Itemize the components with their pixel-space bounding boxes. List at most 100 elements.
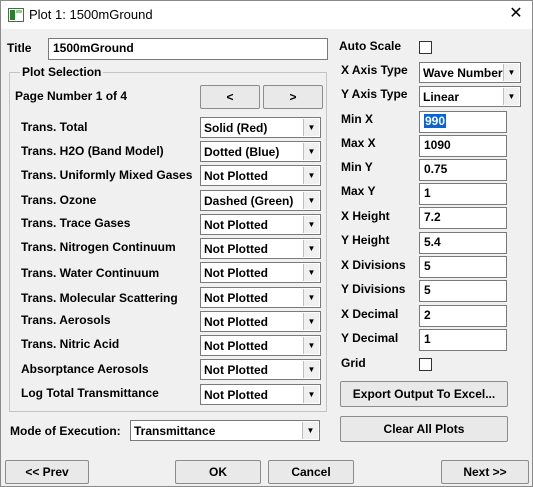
- title-input[interactable]: 1500mGround: [48, 38, 328, 60]
- clear-all-plots-button[interactable]: Clear All Plots: [340, 416, 508, 442]
- row-select-h2o[interactable]: Dotted (Blue) ▼: [200, 141, 321, 162]
- x-height-input[interactable]: 7.2: [419, 207, 507, 229]
- y-divisions-label: Y Divisions: [341, 282, 406, 296]
- mode-label: Mode of Execution:: [10, 424, 121, 438]
- page-prev-label: <: [226, 90, 234, 104]
- page-number-label: Page Number 1 of 4: [15, 89, 128, 103]
- min-y-label: Min Y: [341, 160, 373, 174]
- row-select-nitric-acid[interactable]: Not Plotted ▼: [200, 335, 321, 356]
- ok-label: OK: [209, 465, 227, 479]
- y-height-input[interactable]: 5.4: [419, 232, 507, 254]
- y-axis-type-select[interactable]: Linear ▼: [419, 86, 521, 107]
- y-height-label: Y Height: [341, 233, 390, 247]
- chevron-down-icon: ▼: [303, 337, 319, 354]
- x-divisions-label: X Divisions: [341, 258, 406, 272]
- page-next-button[interactable]: >: [263, 85, 323, 109]
- row-select-water-continuum[interactable]: Not Plotted ▼: [200, 262, 321, 283]
- max-y-input[interactable]: 1: [419, 183, 507, 205]
- clear-all-plots-label: Clear All Plots: [383, 422, 465, 436]
- row-label-h2o: Trans. H2O (Band Model): [21, 144, 164, 158]
- row-label-nitrogen: Trans. Nitrogen Continuum: [21, 240, 176, 254]
- row-label-ozone: Trans. Ozone: [21, 193, 97, 207]
- row-select-value: Not Plotted: [204, 339, 268, 353]
- x-axis-type-label: X Axis Type: [341, 63, 408, 77]
- y-divisions-input[interactable]: 5: [419, 280, 507, 302]
- x-decimal-label: X Decimal: [341, 307, 399, 321]
- chevron-down-icon: ▼: [503, 88, 519, 105]
- min-y-input[interactable]: 0.75: [419, 159, 507, 181]
- row-select-nitrogen[interactable]: Not Plotted ▼: [200, 238, 321, 259]
- chevron-down-icon: ▼: [303, 216, 319, 233]
- row-label-trace-gases: Trans. Trace Gases: [21, 216, 131, 230]
- row-select-molecular[interactable]: Not Plotted ▼: [200, 287, 321, 308]
- row-select-value: Not Plotted: [204, 315, 268, 329]
- row-label-water-continuum: Trans. Water Continuum: [21, 266, 160, 280]
- grid-label: Grid: [341, 356, 366, 370]
- row-select-value: Not Plotted: [204, 388, 268, 402]
- row-select-absorptance[interactable]: Not Plotted ▼: [200, 359, 321, 380]
- row-select-value: Solid (Red): [204, 121, 268, 135]
- min-x-value: 990: [424, 114, 447, 128]
- row-select-ozone[interactable]: Dashed (Green) ▼: [200, 190, 321, 211]
- chevron-down-icon: ▼: [303, 240, 319, 257]
- window-title: Plot 1: 1500mGround: [29, 7, 153, 22]
- x-axis-type-select[interactable]: Wave Number ▼: [419, 62, 521, 83]
- y-axis-type-label: Y Axis Type: [341, 87, 408, 101]
- row-select-aerosols[interactable]: Not Plotted ▼: [200, 311, 321, 332]
- x-height-label: X Height: [341, 209, 390, 223]
- page-prev-button[interactable]: <: [200, 85, 260, 109]
- row-select-value: Not Plotted: [204, 218, 268, 232]
- row-select-value: Not Plotted: [204, 266, 268, 280]
- mode-select-value: Transmittance: [134, 424, 216, 438]
- max-x-label: Max X: [341, 136, 376, 150]
- mode-select[interactable]: Transmittance ▼: [130, 420, 320, 441]
- next-label: Next >>: [463, 465, 507, 479]
- row-select-value: Dotted (Blue): [204, 145, 280, 159]
- chevron-down-icon: ▼: [503, 64, 519, 81]
- row-select-mixed-gases[interactable]: Not Plotted ▼: [200, 165, 321, 186]
- cancel-label: Cancel: [291, 465, 331, 479]
- app-icon: [8, 8, 24, 22]
- row-select-log-total[interactable]: Not Plotted ▼: [200, 384, 321, 405]
- x-decimal-input[interactable]: 2: [419, 305, 507, 327]
- min-x-label: Min X: [341, 112, 373, 126]
- row-select-trans-total[interactable]: Solid (Red) ▼: [200, 117, 321, 138]
- title-bar: Plot 1: 1500mGround ✕: [1, 1, 532, 29]
- plot-selection-label: Plot Selection: [20, 65, 104, 79]
- y-axis-type-value: Linear: [423, 90, 460, 104]
- max-y-label: Max Y: [341, 184, 376, 198]
- row-label-absorptance: Absorptance Aerosols: [21, 362, 149, 376]
- max-x-input[interactable]: 1090: [419, 135, 507, 157]
- chevron-down-icon: ▼: [302, 422, 318, 439]
- row-label-molecular: Trans. Molecular Scattering: [21, 291, 178, 305]
- cancel-button[interactable]: Cancel: [268, 460, 354, 484]
- chevron-down-icon: ▼: [303, 386, 319, 403]
- grid-checkbox[interactable]: [419, 358, 432, 371]
- row-select-value: Not Plotted: [204, 363, 268, 377]
- y-decimal-input[interactable]: 1: [419, 329, 507, 351]
- chevron-down-icon: ▼: [303, 264, 319, 281]
- chevron-down-icon: ▼: [303, 361, 319, 378]
- chevron-down-icon: ▼: [303, 313, 319, 330]
- min-x-input[interactable]: 990: [419, 111, 507, 133]
- export-excel-button[interactable]: Export Output To Excel...: [340, 381, 508, 407]
- next-button[interactable]: Next >>: [441, 460, 529, 484]
- page-next-label: >: [289, 90, 297, 104]
- prev-button[interactable]: << Prev: [5, 460, 89, 484]
- auto-scale-checkbox[interactable]: [419, 41, 432, 54]
- row-label-aerosols: Trans. Aerosols: [21, 313, 111, 327]
- row-select-value: Not Plotted: [204, 242, 268, 256]
- x-axis-type-value: Wave Number: [423, 66, 503, 80]
- export-excel-label: Export Output To Excel...: [352, 387, 496, 401]
- y-decimal-label: Y Decimal: [341, 331, 399, 345]
- chevron-down-icon: ▼: [303, 119, 319, 136]
- chevron-down-icon: ▼: [303, 289, 319, 306]
- ok-button[interactable]: OK: [175, 460, 261, 484]
- row-select-value: Dashed (Green): [204, 194, 294, 208]
- title-label: Title: [7, 41, 32, 55]
- x-divisions-input[interactable]: 5: [419, 256, 507, 278]
- row-label-nitric-acid: Trans. Nitric Acid: [21, 337, 120, 351]
- row-select-trace-gases[interactable]: Not Plotted ▼: [200, 214, 321, 235]
- row-select-value: Not Plotted: [204, 169, 268, 183]
- close-icon[interactable]: ✕: [504, 3, 528, 25]
